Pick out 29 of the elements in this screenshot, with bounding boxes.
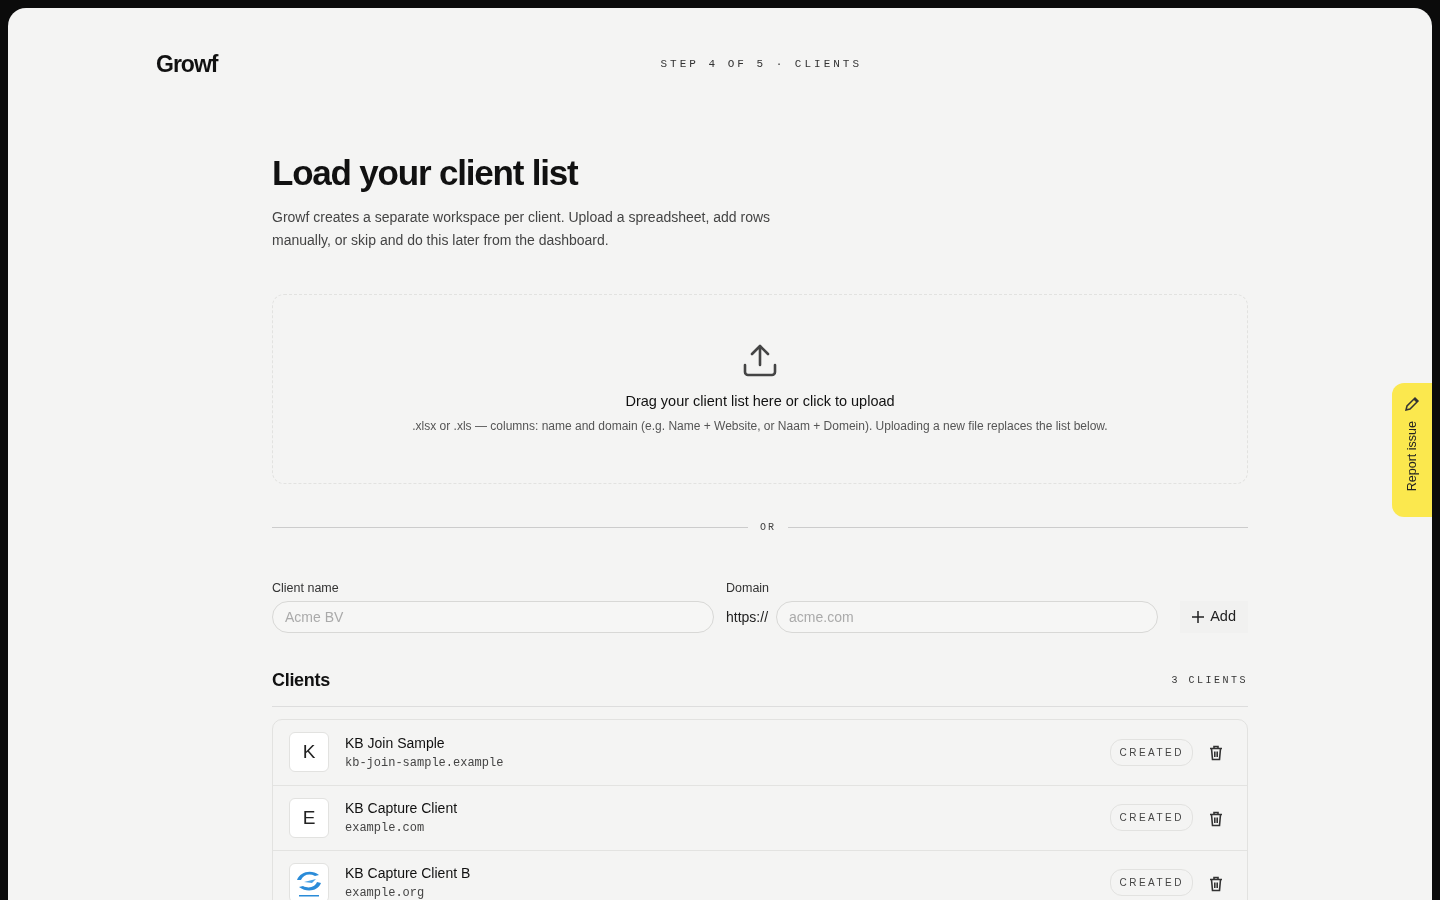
client-name: KB Capture Client xyxy=(345,799,458,819)
url-prefix: https:// xyxy=(726,607,769,627)
client-domain: example.org xyxy=(345,885,426,900)
field-label: Client name xyxy=(272,580,340,597)
section-heading: Clients xyxy=(272,668,330,692)
report-issue-button[interactable]: Report issue xyxy=(1392,383,1432,517)
intro-text: Growf creates a separate workspace per client. Upload a spreadsheet, add rows manually, or skip and do this later from the dashboard. xyxy=(272,208,772,250)
upload-dropzone[interactable]: Drag your client list here or click to upload .xlsx or .xls — columns: name and domain (e.g. Name + Website, or Naam + Domein). Uploading a new file replaces the list below. xyxy=(272,294,1248,484)
domain-field[interactable]: acme.com xyxy=(776,600,1159,633)
avatar: K xyxy=(289,732,329,773)
client-name: KB Join Sample xyxy=(345,733,446,753)
page-title: Load your client list xyxy=(272,152,579,194)
client-domain: example.com xyxy=(345,820,426,838)
status-badge: CREATED xyxy=(1110,869,1193,897)
step-indicator: STEP 4 OF 5 · CLIENTS xyxy=(660,56,863,72)
client-domain: kb-join-sample.example xyxy=(345,754,504,772)
pencil-icon xyxy=(1403,395,1421,413)
client-name: KB Capture Client B xyxy=(345,864,471,884)
client-name-field[interactable]: Acme BV xyxy=(272,600,714,633)
avatar: E xyxy=(289,797,329,838)
brand-logo[interactable]: Growf xyxy=(156,46,218,82)
field-label: Domain xyxy=(726,580,771,597)
dropzone-hint: .xlsx or .xls — columns: name and domain (e.g. Name + Website, or Naam + Domein). Uploading a new file replaces the list below. xyxy=(412,417,1108,435)
client-count: 3 CLIENTS xyxy=(1171,673,1248,688)
status-badge: CREATED xyxy=(1110,738,1193,766)
plus-icon xyxy=(1192,610,1205,623)
dropzone-title: Drag your client list here or click to upload xyxy=(625,392,895,412)
status-badge: CREATED xyxy=(1110,804,1193,832)
divider-label: OR xyxy=(760,521,776,535)
